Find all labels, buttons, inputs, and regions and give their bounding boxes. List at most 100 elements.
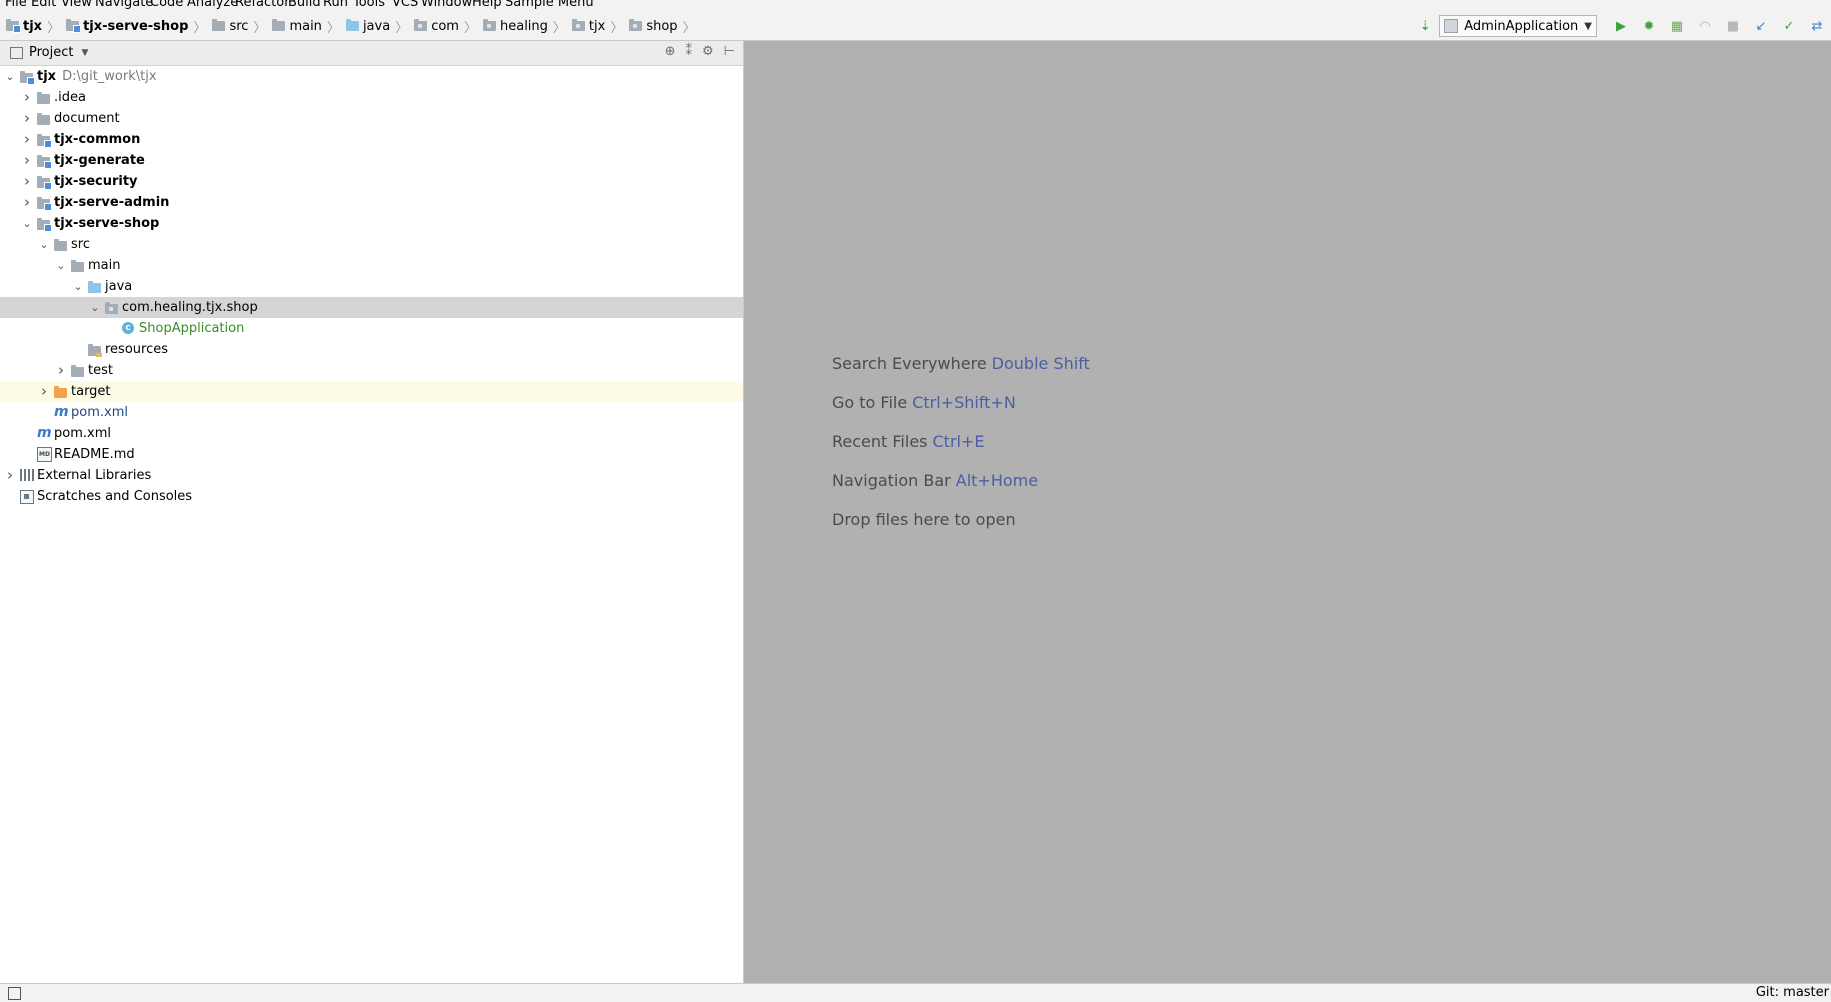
hint-shortcut: Ctrl+E (932, 432, 985, 451)
package-icon (629, 19, 643, 31)
tree-node[interactable]: resources (0, 339, 743, 360)
project-tool-window: Project ▼ ⊕ ⁑ ⚙ ⊢ ⌄ tjx D:\git_work\tjx › .i… (0, 41, 744, 983)
menu-sample-menu[interactable]: Sample Menu (505, 0, 594, 10)
chevron-right-icon[interactable]: › (21, 192, 33, 213)
chevron-down-icon[interactable]: ⌄ (72, 276, 84, 297)
tree-node[interactable]: › tjx-security (0, 171, 743, 192)
chevron-right-icon[interactable]: › (21, 150, 33, 171)
tree-node[interactable]: ⌄ tjx-serve-shop (0, 213, 743, 234)
menu-code[interactable]: Code (150, 0, 183, 10)
menu-edit[interactable]: Edit (31, 0, 56, 10)
editor-hints: Search Everywhere Double Shift Go to File C… (832, 354, 1090, 549)
chevron-right-icon[interactable]: › (38, 381, 50, 402)
git-branch-widget[interactable]: Git: master (1756, 985, 1829, 1000)
coverage-icon[interactable]: ▦ (1669, 18, 1685, 34)
menu-vcs[interactable]: VCS (392, 0, 418, 10)
editor-hint: Drop files here to open (832, 510, 1090, 549)
tree-node[interactable]: Scratches and Consoles (0, 486, 743, 507)
menu-help[interactable]: Help (472, 0, 502, 10)
run-configuration-select[interactable]: AdminApplication ▼ (1439, 15, 1597, 37)
hide-icon[interactable]: ⊢ (724, 44, 735, 59)
chevron-down-icon[interactable]: ⌄ (21, 213, 33, 234)
tree-node[interactable]: › test (0, 360, 743, 381)
resources-folder-icon (88, 344, 102, 357)
breadcrumb: tjx 〉 tjx-serve-shop 〉 src 〉 main 〉 java 〉 com 〉 hea… (6, 16, 702, 36)
menu-build[interactable]: Build (288, 0, 321, 10)
tree-node[interactable]: › tjx-generate (0, 150, 743, 171)
tree-node-label: resources (105, 342, 169, 357)
chevron-right-icon[interactable]: › (21, 87, 33, 108)
folder-icon (272, 19, 286, 31)
module-icon (37, 218, 52, 232)
chevron-down-icon: ▼ (81, 47, 89, 58)
tree-node-label: tjx-common (54, 132, 141, 147)
build-icon[interactable]: ⇣ (1417, 18, 1433, 34)
tree-node[interactable]: ⌄ src (0, 234, 743, 255)
breadcrumb-item[interactable]: main 〉 (272, 16, 346, 36)
tree-node[interactable]: › tjx-serve-admin (0, 192, 743, 213)
breadcrumb-item[interactable]: java 〉 (345, 16, 414, 36)
menu-view[interactable]: View (61, 0, 92, 10)
debug-icon[interactable]: ✹ (1641, 18, 1657, 34)
module-icon (37, 134, 52, 148)
tree-node[interactable]: m pom.xml (0, 423, 743, 444)
menu-refactor[interactable]: Refactor (235, 0, 290, 10)
chevron-down-icon[interactable]: ⌄ (89, 297, 101, 318)
tree-node[interactable]: › target (0, 381, 743, 402)
chevron-down-icon[interactable]: ⌄ (4, 66, 16, 87)
tree-node[interactable]: c ShopApplication (0, 318, 743, 339)
menu-navigate[interactable]: Navigate (95, 0, 153, 10)
chevron-down-icon[interactable]: ⌄ (38, 234, 50, 255)
stop-icon[interactable]: ■ (1725, 18, 1741, 34)
chevron-right-icon[interactable]: › (55, 360, 67, 381)
tree-node-label: tjx-generate (54, 153, 145, 168)
menu-analyze[interactable]: Analyze (187, 0, 238, 10)
tree-node[interactable]: ⌄ java (0, 276, 743, 297)
breadcrumb-item[interactable]: tjx 〉 (6, 16, 66, 36)
breadcrumb-item[interactable]: tjx-serve-shop 〉 (66, 16, 212, 36)
tree-node[interactable]: m pom.xml (0, 402, 743, 423)
breadcrumb-item[interactable]: healing 〉 (482, 16, 572, 36)
editor-empty-area[interactable]: Search Everywhere Double Shift Go to File C… (744, 41, 1831, 983)
tree-node-label: src (71, 237, 90, 252)
profile-icon[interactable]: ◠ (1697, 18, 1713, 34)
vcs-history-icon[interactable]: ⇄ (1809, 18, 1825, 34)
collapse-icon[interactable]: ⁑ (686, 44, 693, 59)
menu-window[interactable]: Window (421, 0, 472, 10)
tree-node[interactable]: › External Libraries (0, 465, 743, 486)
breadcrumb-label: shop (646, 18, 678, 34)
breadcrumb-item[interactable]: shop 〉 (629, 16, 701, 36)
excluded-folder-icon (54, 386, 67, 398)
settings-icon[interactable]: ⚙ (702, 44, 714, 59)
menu-run[interactable]: Run (323, 0, 348, 10)
tree-node[interactable]: › document (0, 108, 743, 129)
tree-node[interactable]: ⌄ main (0, 255, 743, 276)
package-icon (571, 19, 585, 31)
menu-file[interactable]: File (5, 0, 27, 10)
locate-icon[interactable]: ⊕ (665, 44, 676, 59)
tree-node[interactable]: ⌄ com.healing.tjx.shop (0, 297, 743, 318)
tool-windows-icon[interactable] (8, 987, 21, 1000)
breadcrumb-item[interactable]: com 〉 (414, 16, 483, 36)
hint-shortcut: Alt+Home (955, 471, 1039, 490)
chevron-right-icon[interactable]: › (21, 108, 33, 129)
tree-node[interactable]: › tjx-common (0, 129, 743, 150)
hint-text: Search Everywhere (832, 354, 987, 373)
tree-node[interactable]: › .idea (0, 87, 743, 108)
tree-node[interactable]: MD README.md (0, 444, 743, 465)
menu-tools[interactable]: Tools (353, 0, 385, 10)
chevron-down-icon[interactable]: ⌄ (55, 255, 67, 276)
vcs-commit-icon[interactable]: ✓ (1781, 18, 1797, 34)
breadcrumb-item[interactable]: tjx 〉 (571, 16, 629, 36)
source-folder-icon (88, 281, 101, 293)
project-view-selector[interactable]: Project ▼ (10, 45, 88, 60)
module-icon (6, 19, 21, 33)
tree-node[interactable]: ⌄ tjx D:\git_work\tjx (0, 66, 743, 87)
chevron-right-icon[interactable]: › (21, 129, 33, 150)
chevron-right-icon[interactable]: › (21, 171, 33, 192)
run-icon[interactable]: ▶ (1613, 18, 1629, 34)
breadcrumb-item[interactable]: src 〉 (212, 16, 272, 36)
chevron-right-icon[interactable]: › (4, 465, 16, 486)
editor-hint: Go to File Ctrl+Shift+N (832, 393, 1090, 432)
vcs-update-icon[interactable]: ↙ (1753, 18, 1769, 34)
